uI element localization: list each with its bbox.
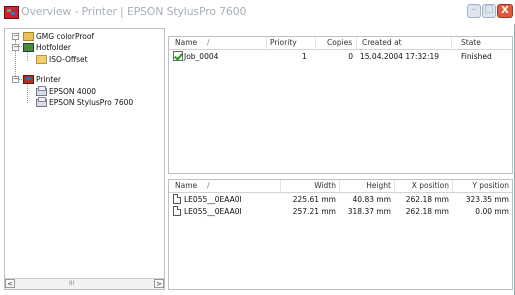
col-header-state[interactable]: State xyxy=(461,37,481,49)
pages-list: Name / Width Height X position Y positio… xyxy=(168,179,513,290)
folder-icon xyxy=(36,55,47,64)
printer-icon xyxy=(23,75,34,84)
maximize-icon: □ xyxy=(484,4,494,15)
job-finished-check-icon xyxy=(173,51,183,61)
tree-item-label: EPSON 4000 xyxy=(49,87,97,96)
job-state: Finished xyxy=(461,52,492,61)
close-icon: X xyxy=(501,5,509,16)
col-header-copies[interactable]: Copies xyxy=(327,37,352,49)
sort-icon: / xyxy=(207,38,210,47)
collapse-icon[interactable]: − xyxy=(12,33,19,40)
col-header-y-position[interactable]: Y position xyxy=(455,180,509,192)
page-y-position: 323.35 mm xyxy=(465,195,509,204)
page-x-position: 262.18 mm xyxy=(405,195,449,204)
close-button[interactable]: X xyxy=(497,4,513,18)
col-header-created[interactable]: Created at xyxy=(362,37,402,49)
tree-item-label: EPSON StylusPro 7600 xyxy=(49,98,134,107)
col-header-name[interactable]: Name xyxy=(175,180,197,192)
job-copies: 0 xyxy=(348,52,353,61)
tree-item-printer[interactable]: − Printer xyxy=(5,74,160,85)
table-row[interactable]: Job_0004 1 0 15.04.2004 17:32:19 Finishe… xyxy=(169,51,512,62)
tree-horizontal-scrollbar[interactable]: < III > xyxy=(5,278,164,289)
printer-device-icon xyxy=(36,97,47,107)
page-name: LE055__0EAA0I xyxy=(184,195,242,204)
scroll-left-button[interactable]: < xyxy=(5,279,15,288)
overview-window: Overview - Printer | EPSON StylusPro 760… xyxy=(0,0,515,295)
page-width: 225.61 mm xyxy=(292,195,336,204)
column-divider[interactable] xyxy=(356,37,357,49)
sort-icon: / xyxy=(207,181,210,190)
title-bar[interactable]: Overview - Printer | EPSON StylusPro 760… xyxy=(0,0,515,24)
page-x-position: 262.18 mm xyxy=(405,207,449,216)
job-name: Job_0004 xyxy=(184,52,219,61)
tree-item-label: Printer xyxy=(36,75,61,84)
maximize-button[interactable]: □ xyxy=(482,4,496,18)
tree-item-gmg-colorproof[interactable]: − GMG colorProof xyxy=(5,31,160,42)
collapse-icon[interactable]: − xyxy=(12,44,19,51)
page-width: 257.21 mm xyxy=(292,207,336,216)
table-row[interactable]: LE055__0EAA0I 257.21 mm 318.37 mm 262.18… xyxy=(169,206,512,217)
minimize-button[interactable]: – xyxy=(467,4,481,18)
page-height: 40.83 mm xyxy=(352,195,391,204)
job-priority: 1 xyxy=(302,52,307,61)
job-created-at: 15.04.2004 17:32:19 xyxy=(360,52,440,61)
column-divider[interactable] xyxy=(394,180,395,192)
app-icon xyxy=(4,6,19,19)
folder-icon xyxy=(23,32,34,41)
col-header-x-position[interactable]: X position xyxy=(397,180,449,192)
page-icon xyxy=(173,206,181,216)
scroll-grip-icon[interactable]: III xyxy=(69,280,74,287)
hotfolder-icon xyxy=(23,43,34,52)
col-header-name[interactable]: Name xyxy=(175,37,197,49)
tree-panel: − GMG colorProof − Hotfolder ISO-Offset … xyxy=(4,28,165,290)
minimize-icon: – xyxy=(471,4,477,15)
page-name: LE055__0EAA0I xyxy=(184,207,242,216)
col-header-priority[interactable]: Priority xyxy=(270,37,312,49)
col-header-width[interactable]: Width xyxy=(283,180,336,192)
column-divider[interactable] xyxy=(339,180,340,192)
page-y-position: 0.00 mm xyxy=(475,207,509,216)
tree-item-epson-4000[interactable]: EPSON 4000 xyxy=(5,86,160,97)
column-divider[interactable] xyxy=(451,37,452,49)
tree-item-label: GMG colorProof xyxy=(36,32,95,41)
tree-item-epson-stylus-pro-7600[interactable]: EPSON StylusPro 7600 xyxy=(5,97,163,108)
column-divider[interactable] xyxy=(315,37,316,49)
table-row[interactable]: LE055__0EAA0I 225.61 mm 40.83 mm 262.18 … xyxy=(169,194,512,205)
tree-item-label: ISO-Offset xyxy=(49,55,88,64)
window-title: Overview - Printer | EPSON StylusPro 760… xyxy=(21,5,247,18)
chevron-right-icon: > xyxy=(156,280,162,288)
col-header-height[interactable]: Height xyxy=(342,180,391,192)
collapse-icon[interactable]: − xyxy=(12,76,19,83)
pages-header: Name / Width Height X position Y positio… xyxy=(169,180,512,193)
jobs-list: Name / Priority Copies Created at State … xyxy=(168,36,513,174)
page-icon xyxy=(173,194,181,204)
chevron-left-icon: < xyxy=(7,280,13,288)
tree-item-label: Hotfolder xyxy=(36,43,71,52)
column-divider[interactable] xyxy=(280,180,281,192)
tree-item-hotfolder[interactable]: − Hotfolder xyxy=(5,42,160,53)
scroll-right-button[interactable]: > xyxy=(154,279,164,288)
column-divider[interactable] xyxy=(452,180,453,192)
page-height: 318.37 mm xyxy=(347,207,391,216)
printer-device-icon xyxy=(36,86,47,96)
tree-item-iso-offset[interactable]: ISO-Offset xyxy=(5,54,160,65)
column-divider[interactable] xyxy=(266,37,267,49)
jobs-header: Name / Priority Copies Created at State xyxy=(169,37,512,50)
